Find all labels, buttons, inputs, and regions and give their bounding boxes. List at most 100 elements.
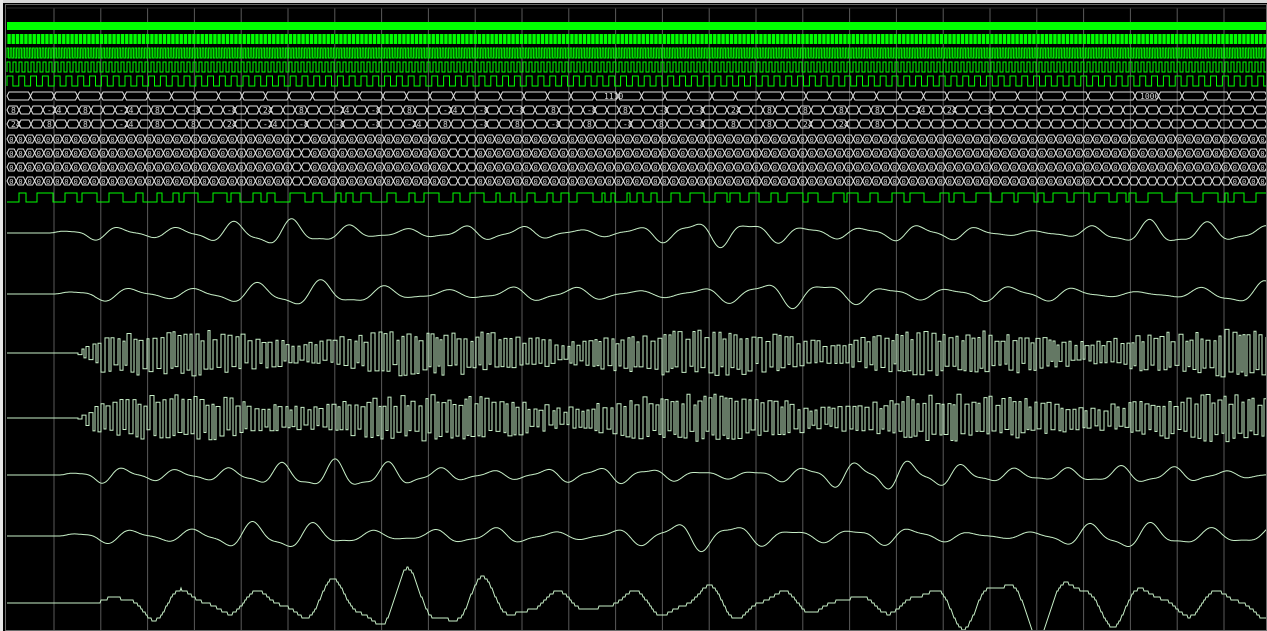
digit-value-label: 0 (589, 178, 593, 186)
digit-value-label: 0 (359, 136, 363, 144)
digit-value-label: 0 (1260, 136, 1264, 144)
digit-value-label: 0 (359, 150, 363, 158)
digit-value-label: 0 (929, 150, 933, 158)
digit-value-label: 0 (377, 178, 381, 186)
digit-value-label: 0 (331, 178, 335, 186)
digit-value-label: 0 (948, 150, 952, 158)
digit-value-label: 0 (699, 178, 703, 186)
digit-value-label: 0 (478, 178, 482, 186)
digit-value-label: 0 (46, 150, 50, 158)
digit-value-label: 0 (221, 150, 225, 158)
digit-value-label: 0 (1104, 136, 1108, 144)
digit-value-label: 0 (267, 150, 271, 158)
digit-value-label: 0 (74, 178, 78, 186)
digit-value-label: 0 (1260, 178, 1264, 186)
digit-value-label: 0 (46, 164, 50, 172)
digit-value-label: 0 (902, 136, 906, 144)
digit-value-label: 0 (616, 136, 620, 144)
digit-value-label: 0 (1104, 150, 1108, 158)
digit-value-label: 0 (782, 136, 786, 144)
digit-value-label: 0 (414, 164, 418, 172)
digit-value-label: 0 (892, 178, 896, 186)
digit-value-label: 0 (984, 164, 988, 172)
digit-value-label: 0 (1003, 178, 1007, 186)
digit-value-label: 0 (83, 178, 87, 186)
digit-value-label: 0 (1168, 150, 1172, 158)
digit-value-label: 0 (561, 178, 565, 186)
digit-value-label: 0 (1076, 164, 1080, 172)
digit-value-label: 0 (193, 178, 197, 186)
digit-value-label: 0 (184, 164, 188, 172)
digit-value-label: 0 (929, 178, 933, 186)
digit-value-label: 0 (1251, 164, 1255, 172)
digit-value-label: 0 (202, 164, 206, 172)
digit-value-label: 0 (92, 164, 96, 172)
digit-value-label: 0 (350, 164, 354, 172)
analog-signal-2 (7, 279, 1267, 310)
signal-bus-c (6, 119, 1267, 129)
digit-value-label: 0 (718, 164, 722, 172)
digit-value-label: 0 (405, 150, 409, 158)
digit-value-label: 0 (1095, 150, 1099, 158)
digit-value-label: 0 (1049, 164, 1053, 172)
digit-value-label: 0 (18, 178, 22, 186)
digit-value-label: 0 (1086, 136, 1090, 144)
digit-value-label: 0 (810, 136, 814, 144)
digit-value-label: 0 (819, 164, 823, 172)
digit-value-label: 0 (515, 150, 519, 158)
digit-value-label: 0 (18, 164, 22, 172)
digit-value-label: 0 (46, 178, 50, 186)
digit-value-label: 0 (626, 150, 630, 158)
digit-value-label: 0 (874, 178, 878, 186)
digit-value-label: 0 (101, 178, 105, 186)
digit-value-label: 0 (607, 178, 611, 186)
digit-value-label: 0 (1049, 136, 1053, 144)
digit-value-label: 0 (1040, 178, 1044, 186)
digit-value-label: 0 (846, 164, 850, 172)
digit-value-label: 0 (543, 136, 547, 144)
digit-value-label: 0 (543, 150, 547, 158)
digit-value-label: 0 (865, 136, 869, 144)
digit-value-label: 0 (966, 178, 970, 186)
digit-value-label: 0 (708, 136, 712, 144)
waveform-viewer[interactable]: 1110 1000 8 -24 8 -24 8 -8 -8 24 8 -24 -8 8 -24 -8 -8 8 -8… (0, 0, 1267, 631)
digit-value-label: 0 (1113, 164, 1117, 172)
digit-value-label: 0 (120, 150, 124, 158)
digit-value-label: 0 (534, 164, 538, 172)
digit-value-label: 0 (782, 164, 786, 172)
digit-value-label: 0 (708, 150, 712, 158)
digit-value-label: 0 (764, 178, 768, 186)
digit-value-label: 0 (1132, 150, 1136, 158)
digit-value-label: 0 (1242, 150, 1246, 158)
digit-value-label: 0 (258, 178, 262, 186)
digit-value-label: 0 (1214, 136, 1218, 144)
digit-value-label: 0 (156, 178, 160, 186)
digit-value-label: 0 (708, 178, 712, 186)
digit-value-label: 0 (736, 178, 740, 186)
digit-value-label: 0 (340, 164, 344, 172)
digit-value-label: 0 (175, 150, 179, 158)
digit-value-label: 0 (994, 178, 998, 186)
digit-value-label: 0 (690, 136, 694, 144)
digit-value-label: 0 (938, 136, 942, 144)
digit-value-label: 0 (745, 164, 749, 172)
digit-value-label: 0 (994, 164, 998, 172)
digit-value-label: 0 (589, 150, 593, 158)
digit-value-label: 0 (28, 164, 32, 172)
digit-value-label: 0 (212, 164, 216, 172)
digit-value-label: 0 (313, 164, 317, 172)
digit-value-label: 0 (1205, 150, 1209, 158)
digit-value-label: 0 (662, 178, 666, 186)
digit-value-label: 0 (230, 150, 234, 158)
digit-value-label: 0 (414, 178, 418, 186)
digit-value-label: 0 (626, 136, 630, 144)
digit-value-label: 0 (1067, 164, 1071, 172)
digit-value-label: 0 (166, 136, 170, 144)
digit-value-label: 0 (267, 164, 271, 172)
digit-value-label: 0 (221, 164, 225, 172)
digit-value-label: 0 (662, 150, 666, 158)
waveform-canvas[interactable]: 1110 10008 -24 8 -24 8 -8 -8 24 8 -24 -8 8 -24 -8 -8 8 -8… (0, 0, 1267, 631)
digit-value-label: 0 (212, 150, 216, 158)
digit-value-label: 0 (1021, 150, 1025, 158)
digit-value-label: 0 (396, 136, 400, 144)
